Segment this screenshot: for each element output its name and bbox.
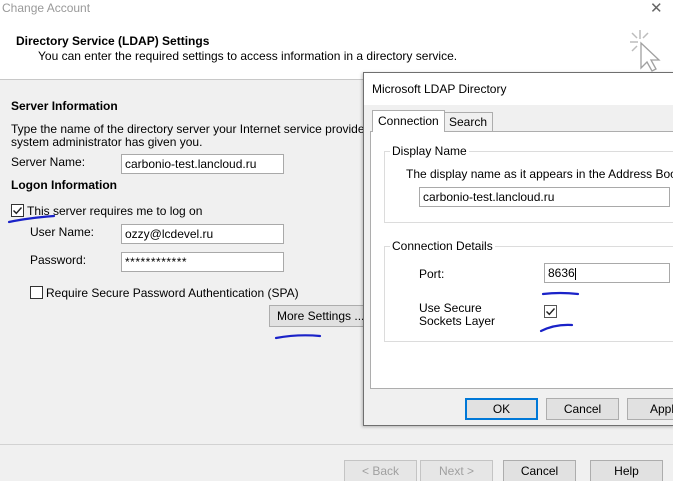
- dialog-cancel-button[interactable]: Cancel: [546, 398, 619, 420]
- spa-checkbox[interactable]: [30, 286, 43, 299]
- cancel-button[interactable]: Cancel: [503, 460, 576, 481]
- window-title: Change Account: [2, 1, 91, 15]
- port-field[interactable]: 8636: [544, 263, 670, 283]
- close-icon[interactable]: ✕: [650, 0, 663, 17]
- ssl-label-line1: Use Secure: [419, 301, 482, 315]
- server-name-label: Server Name:: [11, 155, 86, 169]
- server-name-field[interactable]: carbonio-test.lancloud.ru: [121, 154, 284, 174]
- ok-button[interactable]: OK: [465, 398, 538, 420]
- page-title: Directory Service (LDAP) Settings: [16, 34, 210, 48]
- password-field[interactable]: ************: [121, 252, 284, 272]
- port-value: 8636: [548, 266, 575, 280]
- back-button[interactable]: < Back: [344, 460, 417, 481]
- more-settings-button[interactable]: More Settings ...: [269, 305, 369, 327]
- ldap-directory-dialog: Microsoft LDAP Directory Connection Sear…: [363, 72, 673, 426]
- requires-logon-checkbox[interactable]: [11, 204, 24, 217]
- apply-button[interactable]: Apply: [627, 398, 673, 420]
- tab-search[interactable]: Search: [443, 112, 494, 131]
- ssl-checkbox[interactable]: [544, 305, 557, 318]
- display-name-description: The display name as it appears in the Ad…: [406, 167, 673, 181]
- display-name-group-label: Display Name: [390, 144, 469, 158]
- dialog-titlebar: Microsoft LDAP Directory: [364, 73, 673, 105]
- next-button[interactable]: Next >: [420, 460, 493, 481]
- footer-divider: [0, 444, 673, 445]
- tab-connection[interactable]: Connection: [372, 110, 445, 132]
- ssl-label-line2: Sockets Layer: [419, 314, 496, 328]
- user-name-field[interactable]: ozzy@lcdevel.ru: [121, 224, 284, 244]
- cursor-sparkle-icon: [630, 30, 661, 72]
- user-name-label: User Name:: [30, 225, 95, 239]
- page-header: Directory Service (LDAP) Settings You ca…: [0, 18, 673, 80]
- checkmark-icon: [546, 308, 556, 316]
- password-label: Password:: [30, 253, 87, 267]
- dialog-title: Microsoft LDAP Directory: [372, 82, 507, 96]
- logon-info-heading: Logon Information: [11, 178, 117, 192]
- window-titlebar: Change Account ✕: [0, 0, 673, 18]
- display-name-field[interactable]: carbonio-test.lancloud.ru: [419, 187, 670, 207]
- connection-tab-panel: Display Name The display name as it appe…: [370, 131, 673, 389]
- port-label: Port:: [419, 267, 445, 281]
- server-info-description-line2: system administrator has given you.: [11, 135, 203, 149]
- text-cursor: [574, 267, 576, 280]
- page-subtitle: You can enter the required settings to a…: [38, 49, 458, 63]
- help-button[interactable]: Help: [590, 460, 663, 481]
- connection-details-group-label: Connection Details: [390, 239, 495, 253]
- checkmark-icon: [13, 207, 23, 215]
- spa-label[interactable]: Require Secure Password Authentication (…: [46, 286, 299, 300]
- server-info-heading: Server Information: [11, 99, 118, 113]
- server-info-description-line1: Type the name of the directory server yo…: [11, 122, 379, 136]
- requires-logon-label[interactable]: This server requires me to log on: [27, 204, 202, 218]
